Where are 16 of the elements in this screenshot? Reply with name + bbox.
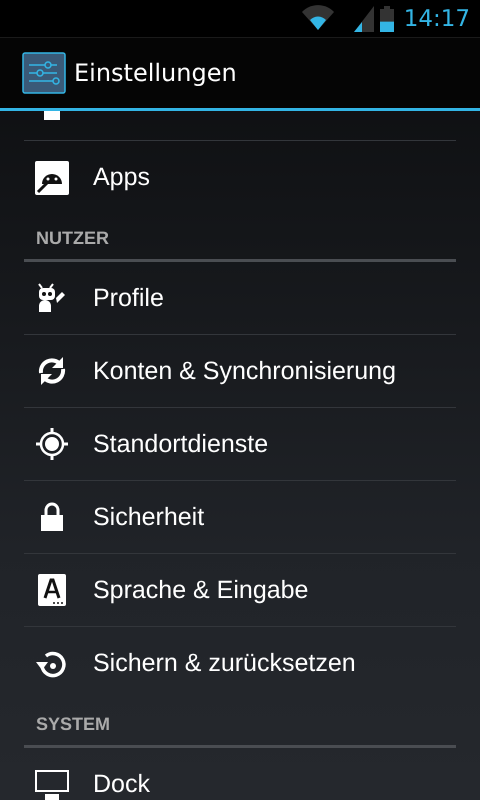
- settings-item[interactable]: Profile: [24, 262, 456, 335]
- android-icon: [34, 160, 70, 196]
- settings-item[interactable]: Apps: [24, 141, 456, 214]
- clock-time: 14:17: [404, 6, 470, 32]
- settings-item[interactable]: Sichern & zurücksetzen: [24, 627, 456, 700]
- settings-item[interactable]: Standortdienste: [24, 408, 456, 481]
- settings-item[interactable]: Sprache & Eingabe: [24, 554, 456, 627]
- settings-item[interactable]: Konten & Synchronisierung: [24, 335, 456, 408]
- signal-icon: [354, 6, 374, 32]
- settings-app-icon[interactable]: [22, 52, 66, 94]
- location-icon: [34, 426, 70, 462]
- settings-item[interactable]: Sicherheit: [24, 481, 456, 554]
- section-header: NUTZER: [36, 228, 109, 249]
- screen-title: Einstellungen: [74, 59, 237, 87]
- settings-item[interactable]: Dock: [24, 748, 456, 800]
- section-header: SYSTEM: [36, 714, 110, 735]
